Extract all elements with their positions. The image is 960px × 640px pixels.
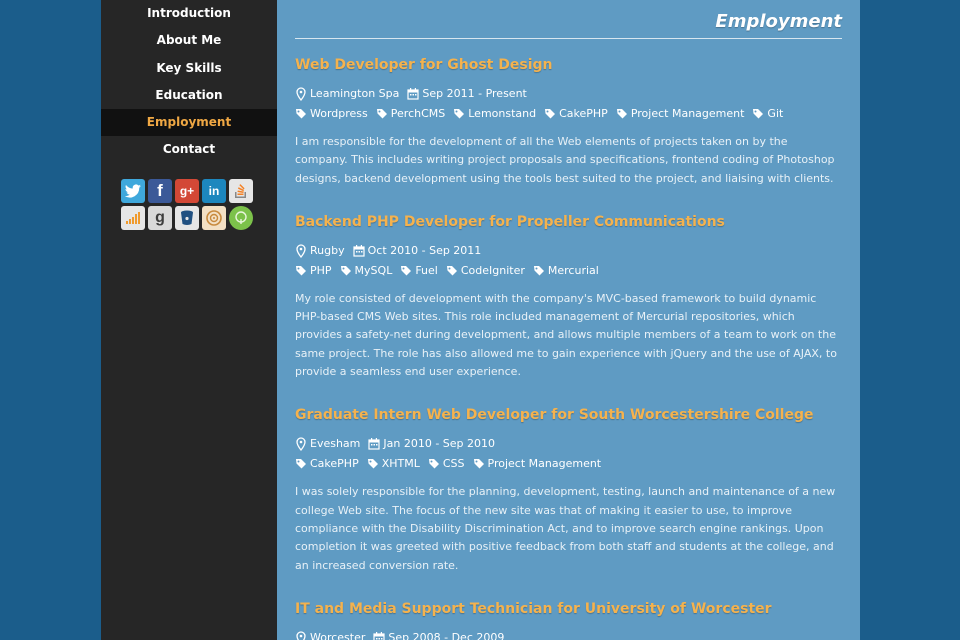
nav-item-contact[interactable]: Contact bbox=[101, 136, 277, 163]
job-tag: Git bbox=[767, 107, 784, 120]
job-tag: PHP bbox=[310, 263, 332, 277]
calendar-icon bbox=[368, 437, 380, 451]
tag-icon bbox=[428, 457, 440, 471]
job-tags: Wordpress PerchCMS Lemonstand CakePHP Projec… bbox=[295, 104, 842, 124]
employment-list: Web Developer for Ghost Design Leamingto… bbox=[295, 57, 842, 640]
tag-icon bbox=[453, 107, 465, 121]
job-tag: CakePHP bbox=[310, 457, 359, 471]
job-entry: Graduate Intern Web Developer for South … bbox=[295, 407, 842, 574]
job-dates: Jan 2010 - Sep 2010 bbox=[383, 437, 496, 451]
main-nav: Introduction About Me Key Skills Educati… bbox=[101, 0, 277, 164]
social-links: f g+ in g bbox=[101, 164, 277, 230]
nav-item-employment[interactable]: Employment bbox=[101, 109, 277, 137]
tag-icon bbox=[473, 457, 485, 471]
location-pin-icon bbox=[295, 244, 307, 258]
target-icon[interactable] bbox=[202, 205, 226, 230]
job-tag: MySQL bbox=[354, 263, 393, 277]
tag-icon bbox=[446, 264, 458, 278]
job-description: I was solely responsible for the plannin… bbox=[295, 485, 836, 572]
calendar-icon bbox=[373, 631, 386, 640]
job-tags: CakePHP XHTML CSS Project Management bbox=[295, 454, 842, 474]
nav-item-education[interactable]: Education bbox=[101, 82, 277, 109]
job-location: Rugby bbox=[310, 243, 345, 257]
tag-icon bbox=[533, 264, 545, 278]
tag-icon bbox=[376, 107, 388, 121]
job-tag: Wordpress bbox=[310, 107, 368, 120]
job-tag: Project Management bbox=[630, 107, 745, 120]
facebook-icon[interactable]: f bbox=[148, 178, 172, 203]
tag-icon bbox=[752, 107, 764, 121]
main-content: Employment Web Developer for Ghost Desig… bbox=[277, 0, 860, 640]
job-description: I am responsible for the development of … bbox=[295, 135, 835, 185]
location-pin-icon bbox=[295, 87, 307, 101]
job-title: IT and Media Support Technician for Univ… bbox=[295, 600, 772, 617]
job-meta: Rugby Oct 2010 - Sep 2011 bbox=[295, 241, 842, 261]
job-meta: Evesham Jan 2010 - Sep 2010 bbox=[295, 434, 842, 454]
page-title: Employment bbox=[295, 0, 842, 39]
job-tag: XHTML bbox=[381, 457, 420, 471]
job-tag: CodeIgniter bbox=[460, 263, 525, 277]
job-tag: Project Management bbox=[487, 457, 602, 471]
job-meta: Worcester Sep 2008 - Dec 2009 bbox=[295, 628, 842, 640]
stackoverflow-icon[interactable] bbox=[229, 178, 253, 203]
google-plus-icon[interactable]: g+ bbox=[175, 178, 199, 203]
job-dates: Oct 2010 - Sep 2011 bbox=[367, 243, 482, 257]
tag-icon bbox=[295, 457, 307, 471]
bitbucket-icon[interactable] bbox=[175, 205, 199, 230]
nav-item-key-skills[interactable]: Key Skills bbox=[101, 55, 277, 82]
location-pin-icon bbox=[295, 437, 307, 452]
nav-item-about-me[interactable]: About Me bbox=[101, 27, 277, 54]
job-tag: Lemonstand bbox=[468, 107, 537, 120]
job-location: Evesham bbox=[310, 437, 361, 451]
job-entry: IT and Media Support Technician for Univ… bbox=[295, 601, 842, 640]
job-tags: PHP MySQL Fuel CodeIgniter Mercurial bbox=[295, 261, 842, 281]
tag-icon bbox=[400, 264, 412, 278]
nav-item-introduction[interactable]: Introduction bbox=[101, 0, 277, 27]
tree-icon[interactable] bbox=[229, 205, 253, 230]
linkedin-icon[interactable]: in bbox=[202, 178, 226, 203]
rss-icon[interactable] bbox=[121, 205, 145, 230]
job-title: Backend PHP Developer for Propeller Comm… bbox=[295, 213, 725, 230]
job-meta: Leamington Spa Sep 2011 - Present bbox=[295, 84, 842, 104]
job-description: My role consisted of development with th… bbox=[295, 291, 837, 379]
tag-icon bbox=[295, 107, 307, 121]
tag-icon bbox=[367, 457, 379, 471]
job-dates: Sep 2011 - Present bbox=[422, 87, 527, 100]
calendar-icon bbox=[407, 87, 419, 101]
job-dates: Sep 2008 - Dec 2009 bbox=[388, 630, 505, 640]
job-location: Worcester bbox=[310, 630, 366, 640]
goodreads-icon[interactable]: g bbox=[148, 205, 172, 230]
job-tag: PerchCMS bbox=[390, 107, 446, 120]
job-entry: Backend PHP Developer for Propeller Comm… bbox=[295, 214, 842, 381]
job-entry: Web Developer for Ghost Design Leamingto… bbox=[295, 57, 842, 188]
tag-icon bbox=[616, 107, 628, 121]
job-title: Web Developer for Ghost Design bbox=[295, 57, 553, 73]
twitter-icon[interactable] bbox=[121, 178, 145, 203]
job-location: Leamington Spa bbox=[310, 87, 400, 100]
tag-icon bbox=[295, 264, 307, 278]
tag-icon bbox=[544, 107, 556, 121]
job-tag: CSS bbox=[442, 457, 465, 471]
location-pin-icon bbox=[295, 631, 307, 640]
calendar-icon bbox=[353, 244, 365, 258]
job-tag: Mercurial bbox=[547, 263, 599, 277]
tag-icon bbox=[340, 264, 352, 278]
job-title: Graduate Intern Web Developer for South … bbox=[295, 407, 814, 424]
job-tag: CakePHP bbox=[559, 107, 608, 120]
job-tag: Fuel bbox=[415, 263, 438, 277]
sidebar: Introduction About Me Key Skills Educati… bbox=[101, 0, 277, 640]
